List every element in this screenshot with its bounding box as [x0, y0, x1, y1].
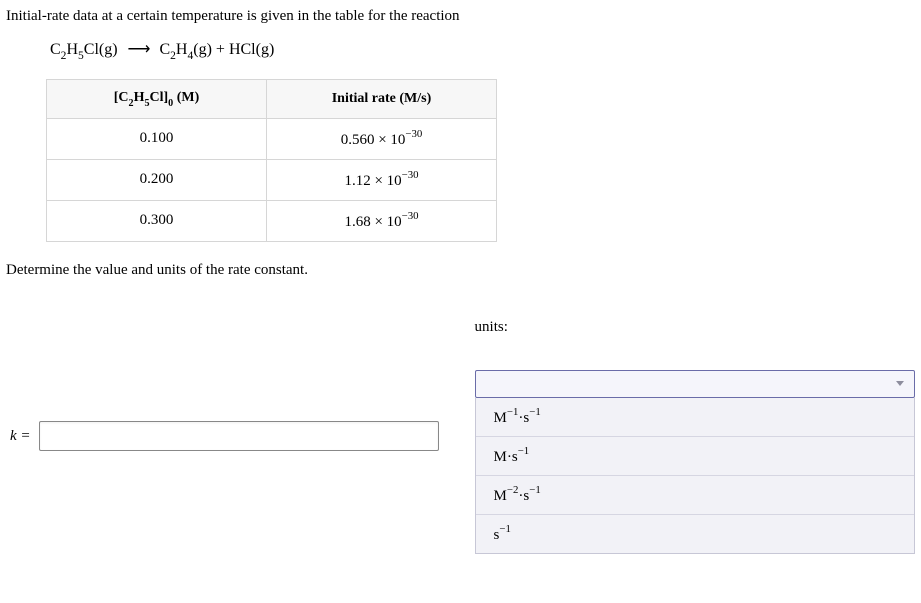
dropdown-toggle[interactable]	[475, 370, 915, 398]
table-header-concentration: [C2H5Cl]0 (M)	[47, 80, 267, 119]
cell-rate: 1.68 × 10−30	[267, 200, 497, 241]
product-2: HCl(g)	[229, 41, 274, 58]
dropdown-option[interactable]: s−1	[476, 515, 914, 553]
question-prompt: Determine the value and units of the rat…	[6, 262, 915, 279]
table-row: 0.200 1.12 × 10−30	[47, 159, 497, 200]
table-row: 0.300 1.68 × 10−30	[47, 200, 497, 241]
dropdown-option[interactable]: M−2·s−1	[476, 476, 914, 515]
k-label: k =	[10, 428, 31, 445]
cell-rate: 1.12 × 10−30	[267, 159, 497, 200]
table-header-rate: Initial rate (M/s)	[267, 80, 497, 119]
dropdown-options-list: M−1·s−1 M·s−1 M−2·s−1 s−1	[475, 398, 915, 554]
units-dropdown[interactable]: M−1·s−1 M·s−1 M−2·s−1 s−1	[475, 370, 915, 554]
reaction-arrow-icon: ⟶	[128, 39, 150, 59]
rate-data-table: [C2H5Cl]0 (M) Initial rate (M/s) 0.100 0…	[46, 79, 497, 242]
reaction-equation: C2H5Cl(g) ⟶ C2H4(g) + HCl(g)	[50, 39, 915, 61]
table-row: 0.100 0.560 × 10−30	[47, 118, 497, 159]
dropdown-option[interactable]: M−1·s−1	[476, 398, 914, 437]
k-answer-section: k =	[10, 421, 439, 451]
cell-concentration: 0.200	[47, 159, 267, 200]
dropdown-option[interactable]: M·s−1	[476, 437, 914, 476]
plus-sign: +	[212, 41, 229, 58]
cell-concentration: 0.300	[47, 200, 267, 241]
cell-concentration: 0.100	[47, 118, 267, 159]
units-label: units:	[475, 319, 915, 336]
chevron-down-icon	[896, 381, 904, 386]
problem-intro: Initial-rate data at a certain temperatu…	[6, 8, 915, 25]
reactant: C2H5Cl(g)	[50, 41, 118, 58]
product-1: C2H4(g)	[159, 41, 211, 58]
k-value-input[interactable]	[39, 421, 439, 451]
cell-rate: 0.560 × 10−30	[267, 118, 497, 159]
